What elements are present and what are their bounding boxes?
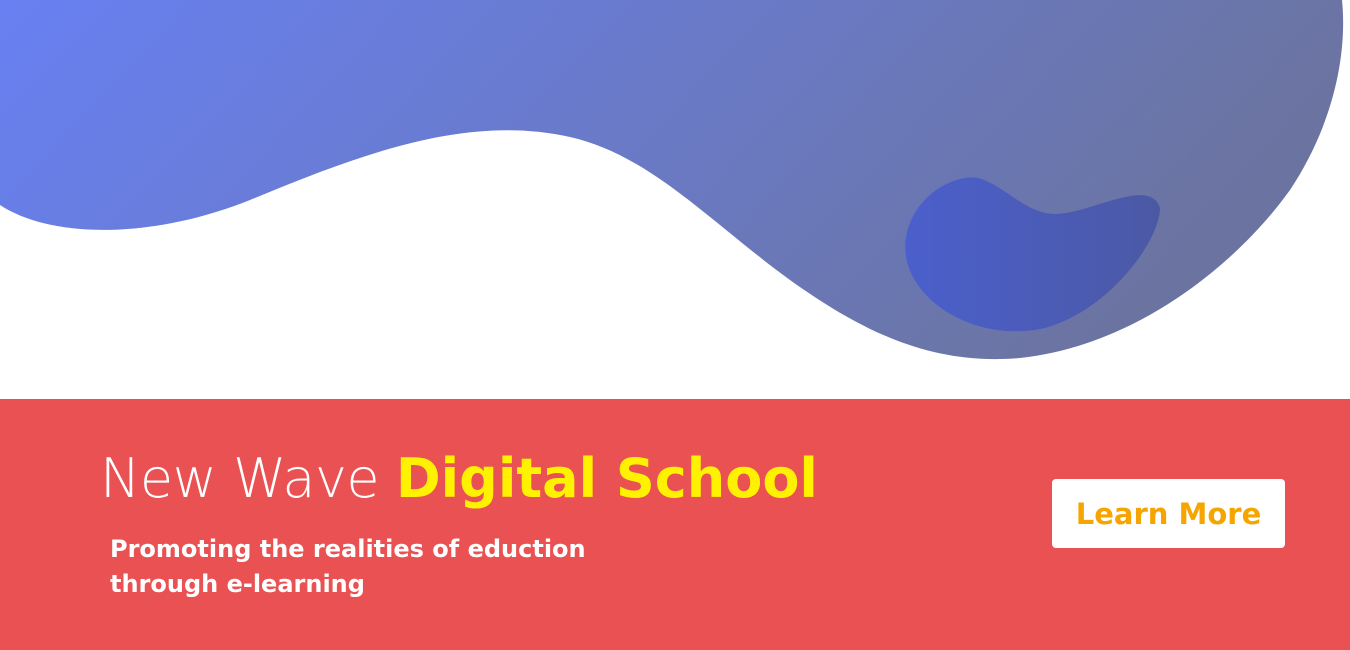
title-accent-text: Digital School	[395, 447, 818, 510]
blue-wave-shape	[0, 0, 1344, 360]
learn-more-button[interactable]: Learn More	[1052, 479, 1285, 548]
hero-page: New Wave Digital School Promoting the re…	[0, 0, 1350, 650]
tagline-line-2: through e-learning	[110, 570, 365, 598]
tagline-line-1: Promoting the realities of eduction	[110, 535, 586, 563]
tagline: Promoting the realities of eduction thro…	[110, 532, 630, 602]
wave-illustration	[0, 0, 1344, 360]
title-plain-text: New Wave	[100, 447, 396, 510]
page-title: New Wave Digital School	[100, 446, 818, 512]
